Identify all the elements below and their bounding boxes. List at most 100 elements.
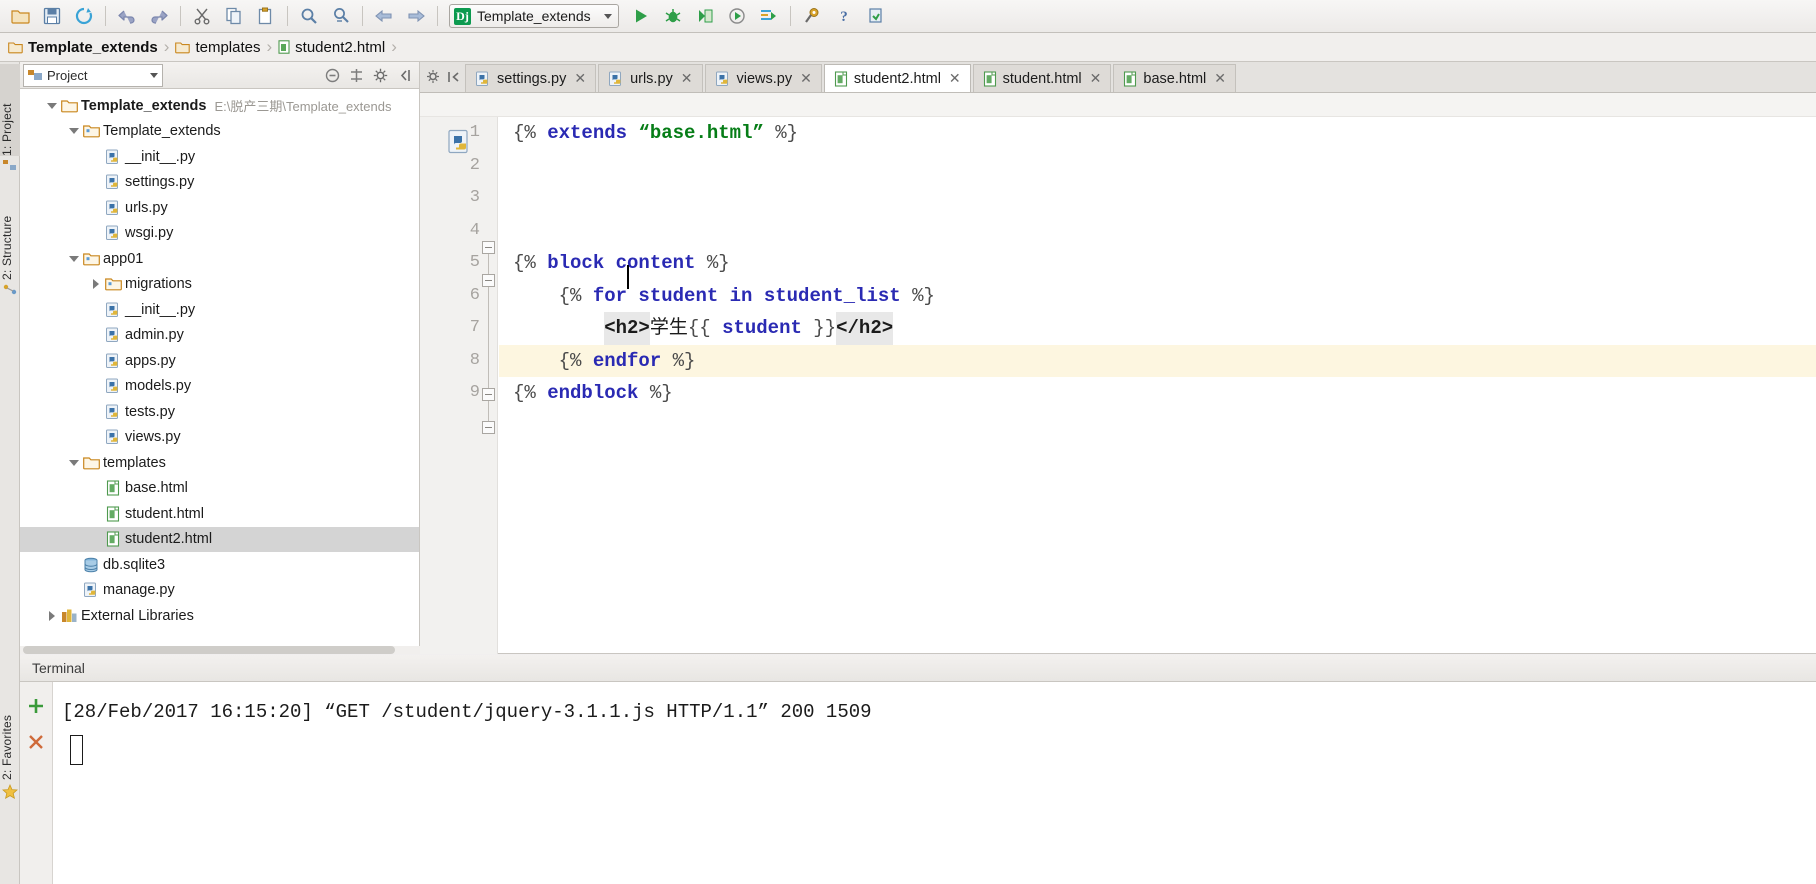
close-icon[interactable]: ✕ [681, 70, 693, 87]
back-icon[interactable] [368, 1, 400, 31]
project-view-selector[interactable]: Project [23, 63, 163, 87]
close-icon[interactable]: ✕ [1090, 70, 1102, 87]
editor-tab-settings-py[interactable]: settings.py ✕ [465, 64, 597, 92]
code-line[interactable]: 4 [470, 215, 1816, 248]
close-icon[interactable]: ✕ [1214, 70, 1226, 87]
code-line[interactable]: 1 {% extends “base.html” %} [470, 117, 1816, 150]
fold-marker-block-start[interactable] [482, 241, 495, 254]
tree-node-template-extends[interactable]: Template_extends [20, 119, 419, 145]
editor-tab-urls-py[interactable]: urls.py ✕ [598, 64, 703, 92]
scrollbar-thumb[interactable] [23, 646, 395, 654]
redo-icon[interactable] [143, 1, 175, 31]
code-line[interactable]: 3 [470, 182, 1816, 215]
sidebar-item-structure[interactable]: 2: Structure [0, 170, 20, 280]
tree-node-tests-py[interactable]: tests.py [20, 399, 419, 425]
chevron-down-icon[interactable] [66, 128, 81, 135]
find-icon[interactable] [293, 1, 325, 31]
undo-icon[interactable] [111, 1, 143, 31]
editor-tab-base-html[interactable]: base.html ✕ [1113, 64, 1236, 92]
tree-node--init-py[interactable]: __init__.py [20, 297, 419, 323]
code-content[interactable]: 1 {% extends “base.html” %} 2 3 4 5 {% block c… [470, 117, 1816, 654]
paste-icon[interactable] [250, 1, 282, 31]
fold-marker-for-start[interactable] [482, 274, 495, 287]
tree-node-admin-py[interactable]: admin.py [20, 323, 419, 349]
gear-icon[interactable] [426, 69, 441, 84]
cut-icon[interactable] [186, 1, 218, 31]
sidebar-item-favorites[interactable]: 2: Favorites [0, 670, 20, 780]
hide-icon[interactable] [393, 64, 415, 86]
terminal-panel[interactable]: [28/Feb/2017 16:15:20] “GET /student/jqu… [20, 682, 1816, 884]
tree-node-views-py[interactable]: views.py [20, 425, 419, 451]
tree-node-manage-py[interactable]: manage.py [20, 578, 419, 604]
editor-tab-views-py[interactable]: views.py ✕ [704, 64, 822, 92]
chevron-down-icon[interactable] [604, 13, 612, 19]
gear-icon[interactable] [369, 64, 391, 86]
tree-node-student-html[interactable]: student.html [20, 501, 419, 527]
profile-icon[interactable] [721, 1, 753, 31]
tree-node-apps-py[interactable]: apps.py [20, 348, 419, 374]
debug-icon[interactable] [657, 1, 689, 31]
tree-node-db-sqlite3[interactable]: db.sqlite3 [20, 552, 419, 578]
fold-marker-block-end[interactable] [482, 421, 495, 434]
tree-node-base-html[interactable]: base.html [20, 476, 419, 502]
breadcrumb-item-file[interactable]: student2.html [278, 39, 391, 56]
project-tree-hscrollbar[interactable] [20, 646, 420, 654]
help-icon[interactable]: ? [828, 1, 860, 31]
project-tree[interactable]: Template_extends E:\脱产三期\Template_extends… [20, 89, 419, 654]
hide-icon[interactable] [447, 70, 461, 84]
tree-node-templates[interactable]: templates [20, 450, 419, 476]
code-line[interactable]: 8 {% endfor %} [470, 344, 1816, 377]
settings-wrench-icon[interactable] [796, 1, 828, 31]
editor-folding-column[interactable] [480, 117, 498, 654]
close-icon[interactable]: ✕ [949, 70, 961, 87]
chevron-down-icon[interactable] [66, 459, 81, 466]
tree-node-migrations[interactable]: migrations [20, 272, 419, 298]
tree-node-path: E:\脱产三期\Template_extends [214, 99, 392, 115]
replace-icon[interactable] [325, 1, 357, 31]
chevron-down-icon[interactable] [44, 102, 59, 109]
tree-node-template-extends[interactable]: Template_extends E:\脱产三期\Template_extends [20, 93, 419, 119]
fold-marker-for-end[interactable] [482, 388, 495, 401]
close-tab-icon[interactable] [26, 732, 46, 752]
chevron-down-icon[interactable] [66, 255, 81, 262]
close-icon[interactable]: ✕ [800, 70, 812, 87]
code-line[interactable]: 9 {% endblock %} [470, 377, 1816, 410]
open-folder-icon[interactable] [4, 1, 36, 31]
editor-tab-student2-html[interactable]: student2.html ✕ [823, 64, 971, 92]
code-line[interactable]: 6 {% for student in student_list %} [470, 280, 1816, 313]
toolbar-divider [105, 6, 106, 26]
tree-node-settings-py[interactable]: settings.py [20, 170, 419, 196]
code-line[interactable]: 5 {% block content %} [470, 247, 1816, 280]
code-line[interactable]: 7 <h2> 学生{{ student }} </h2> [470, 312, 1816, 345]
chevron-down-icon[interactable] [150, 72, 158, 78]
tree-node-student2-html[interactable]: student2.html [20, 526, 419, 552]
run-configuration-selector[interactable]: Dj Template_extends [449, 4, 619, 28]
code-line[interactable]: 2 [470, 150, 1816, 183]
run-icon[interactable] [625, 1, 657, 31]
sync-icon[interactable] [68, 1, 100, 31]
chevron-right-icon[interactable] [88, 279, 103, 290]
forward-icon[interactable] [400, 1, 432, 31]
target-icon[interactable] [345, 64, 367, 86]
tree-node--init-py[interactable]: __init__.py [20, 144, 419, 170]
close-icon[interactable]: ✕ [574, 70, 586, 87]
add-tab-icon[interactable] [26, 696, 46, 716]
editor-tab-student-html[interactable]: student.html ✕ [972, 64, 1112, 92]
collapse-all-icon[interactable] [321, 64, 343, 86]
chevron-right-icon[interactable] [44, 610, 59, 621]
tree-node-external-libraries[interactable]: External Libraries [20, 603, 419, 629]
code-editor[interactable]: 1 {% extends “base.html” %} 2 3 4 5 {% block c… [420, 93, 1816, 654]
breadcrumb-item-templates[interactable]: templates [175, 39, 266, 56]
breadcrumb-item-project[interactable]: Template_extends [8, 39, 164, 56]
save-all-icon[interactable] [36, 1, 68, 31]
tree-node-label: tests.py [125, 403, 175, 420]
tree-node-urls-py[interactable]: urls.py [20, 195, 419, 221]
run-with-console-icon[interactable] [753, 1, 785, 31]
coverage-icon[interactable] [689, 1, 721, 31]
tree-node-models-py[interactable]: models.py [20, 374, 419, 400]
sidebar-item-project[interactable]: 1: Project [0, 64, 20, 156]
vcs-update-icon[interactable] [860, 1, 892, 31]
tree-node-app01[interactable]: app01 [20, 246, 419, 272]
tree-node-wsgi-py[interactable]: wsgi.py [20, 221, 419, 247]
copy-icon[interactable] [218, 1, 250, 31]
